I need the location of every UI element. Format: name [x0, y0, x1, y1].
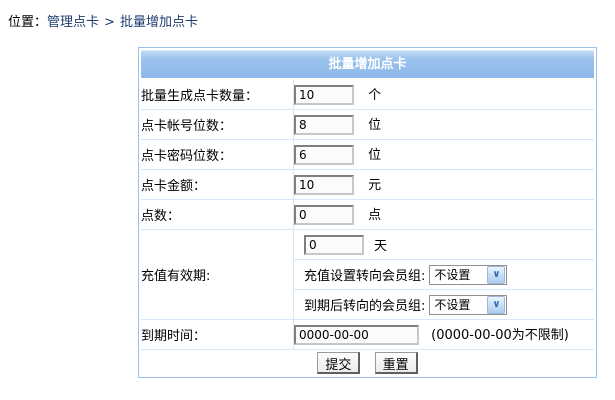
password-digits-unit-label: 位 [368, 148, 381, 163]
account-digits-label: 点卡帐号位数： [141, 110, 294, 140]
form-row-expire-date: 到期时间： (0000-00-00为不限制) [141, 320, 594, 350]
form-row-account-digits: 点卡帐号位数： 位 [141, 110, 594, 140]
form-row-amount: 点卡金额： 元 [141, 170, 594, 200]
form-row-quantity: 批量生成点卡数量： 个 [141, 80, 594, 110]
expire-redirect-select[interactable]: 不设置 ∨ [429, 295, 507, 315]
reset-button[interactable]: 重置 [375, 352, 418, 374]
recharge-redirect-subrow: 充值设置转向会员组: 不设置 ∨ [294, 259, 594, 289]
quantity-label: 批量生成点卡数量： [141, 80, 294, 110]
chevron-down-icon[interactable]: ∨ [487, 296, 505, 314]
password-digits-label: 点卡密码位数： [141, 140, 294, 170]
validity-days-subrow: 天 [294, 230, 594, 259]
quantity-input[interactable] [294, 85, 354, 105]
breadcrumb: 位置：管理点卡 > 批量增加点卡 [8, 11, 198, 30]
form-row-buttons: 提交 重置 [141, 350, 594, 376]
form-row-points: 点数： 点 [141, 200, 594, 230]
points-unit-label: 点 [368, 208, 381, 223]
points-label: 点数： [141, 200, 294, 230]
recharge-redirect-select[interactable]: 不设置 ∨ [429, 265, 507, 285]
expire-redirect-selected-value: 不设置 [430, 296, 486, 313]
form-row-validity: 充值有效期: 天 充值设置转向会员组: 不设置 ∨ 到期后转向的会员组: 不 [141, 230, 594, 320]
amount-label: 点卡金额： [141, 170, 294, 200]
breadcrumb-link-manage-cards[interactable]: 管理点卡 [47, 15, 99, 30]
expire-redirect-label: 到期后转向的会员组: [304, 295, 425, 314]
expire-redirect-subrow: 到期后转向的会员组: 不设置 ∨ [294, 289, 594, 319]
submit-button[interactable]: 提交 [317, 352, 360, 374]
quantity-unit-label: 个 [368, 88, 381, 103]
breadcrumb-link-batch-add-cards[interactable]: 批量增加点卡 [120, 15, 198, 30]
batch-add-card-panel: 批量增加点卡 批量生成点卡数量： 个 点卡帐号位数： 位 点卡密码位数： 位 点… [138, 47, 597, 378]
form-row-password-digits: 点卡密码位数： 位 [141, 140, 594, 170]
chevron-down-icon[interactable]: ∨ [487, 266, 505, 284]
account-digits-input[interactable] [294, 115, 354, 135]
expire-date-input[interactable] [294, 325, 419, 345]
points-input[interactable] [294, 205, 354, 225]
panel-title: 批量增加点卡 [141, 50, 594, 78]
expire-date-hint: (0000-00-00为不限制) [431, 328, 569, 343]
password-digits-input[interactable] [294, 145, 354, 165]
recharge-redirect-selected-value: 不设置 [430, 266, 486, 283]
validity-days-input[interactable] [304, 235, 364, 255]
validity-label: 充值有效期: [141, 230, 294, 320]
amount-unit-label: 元 [368, 178, 381, 193]
breadcrumb-prefix: 位置： [8, 15, 47, 30]
amount-input[interactable] [294, 175, 354, 195]
recharge-redirect-label: 充值设置转向会员组: [304, 265, 425, 284]
validity-days-unit-label: 天 [374, 235, 387, 254]
breadcrumb-separator: > [104, 15, 115, 30]
account-digits-unit-label: 位 [368, 118, 381, 133]
expire-date-label: 到期时间： [141, 320, 294, 350]
batch-add-card-form: 批量生成点卡数量： 个 点卡帐号位数： 位 点卡密码位数： 位 点卡金额： [141, 80, 594, 375]
